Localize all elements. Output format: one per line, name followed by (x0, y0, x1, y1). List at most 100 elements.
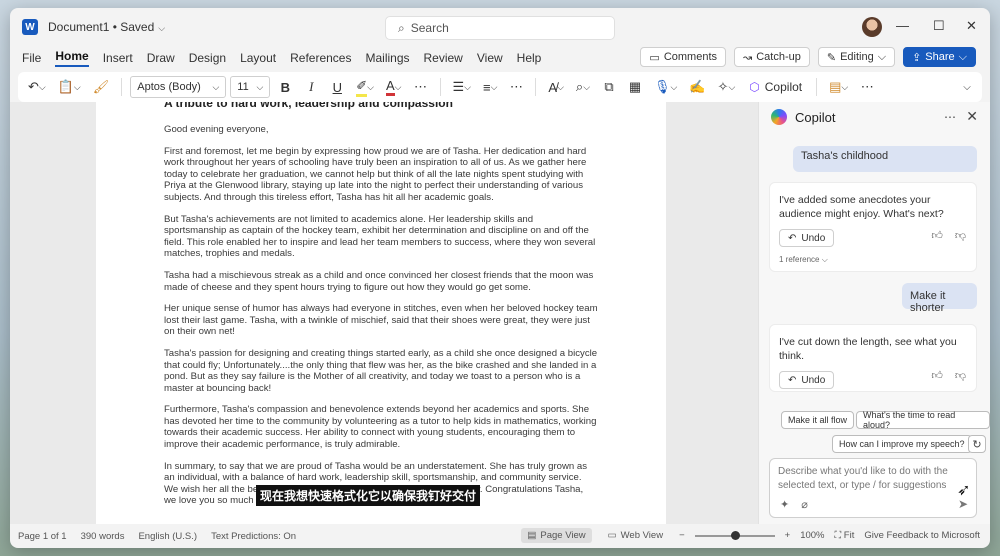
thumbs-down-icon[interactable]: 👎︎ (955, 369, 966, 382)
chevron-down-icon: ⌵ (367, 81, 374, 92)
align-button[interactable]: ≡ ⌵ (479, 76, 501, 98)
more-paragraph-options-button[interactable]: ⋯ (505, 76, 527, 98)
ribbon-divider (535, 78, 537, 96)
catchup-icon: ↝ (743, 51, 753, 64)
copilot-prompt-input[interactable]: Describe what you'd like to do with the … (769, 458, 977, 518)
menu-home[interactable]: Home (55, 49, 89, 67)
zoom-out-button[interactable]: − (679, 530, 685, 541)
reference-toggle[interactable]: 1 reference ⌵ (779, 255, 967, 265)
menu-design[interactable]: Design (189, 51, 226, 65)
font-name-select[interactable]: Aptos (Body) ⌵ (130, 76, 227, 98)
zoom-in-button[interactable]: + (785, 530, 791, 541)
fit-button[interactable]: ⛶ Fit (835, 530, 855, 541)
search-box[interactable]: ⌕ Search (385, 16, 615, 40)
copilot-pane: Copilot ⋯ ✕ Tasha's childhood I've added… (758, 102, 990, 524)
document-page[interactable]: A tribute to hard work, leadership and c… (96, 102, 666, 524)
thumbs-up-icon[interactable]: 👍︎ (931, 229, 943, 242)
highlighter-icon: ✐ (356, 78, 368, 97)
editor-button[interactable]: ✍ (685, 76, 709, 98)
language[interactable]: English (U.S.) (138, 531, 197, 542)
document-name[interactable]: Document1 • Saved ⌵ (48, 20, 165, 34)
ribbon-toolbar: ↶ ⌵ 📋 ⌵ 🖌 Aptos (Body) ⌵ 11 ⌵ B I U ✐ ⌵ A ⌵ ⋯ … (18, 72, 982, 102)
maximize-button[interactable]: ☐ (933, 18, 945, 34)
styles-button[interactable]: A̸ ⌵ (544, 76, 568, 98)
designer-button[interactable]: ▦ (624, 76, 646, 98)
editing-button[interactable]: ✎ Editing ⌵ (817, 47, 896, 67)
thumbs-down-icon[interactable]: 👎︎ (955, 229, 966, 242)
catchup-button[interactable]: ↝ Catch-up (734, 47, 810, 67)
text-predictions[interactable]: Text Predictions: On (211, 531, 296, 542)
more-options-button[interactable]: ⋯ (944, 110, 956, 124)
find-button[interactable]: ⌕ ⌵ (572, 76, 594, 98)
zoom-level[interactable]: 100% (800, 530, 824, 541)
menu-file[interactable]: File (22, 51, 41, 65)
font-color-button[interactable]: A ⌵ (382, 76, 406, 98)
menu-mailings[interactable]: Mailings (365, 51, 409, 65)
designer-icon: ▦ (628, 79, 642, 94)
comments-button[interactable]: ▭ Comments (640, 47, 727, 67)
copilot-header: Copilot ⋯ ✕ (759, 102, 990, 132)
font-size-select[interactable]: 11 ⌵ (230, 76, 271, 98)
menu-insert[interactable]: Insert (103, 51, 133, 65)
word-count[interactable]: 390 words (81, 531, 125, 542)
dictate-button[interactable]: 🎙 ⌵ (650, 76, 681, 98)
document-area: A tribute to hard work, leadership and c… (10, 102, 758, 524)
menu-help[interactable]: Help (517, 51, 542, 65)
pencil-icon: ✎ (826, 51, 837, 64)
menu-layout[interactable]: Layout (240, 51, 276, 65)
zoom-slider[interactable] (694, 530, 775, 540)
highlight-button[interactable]: ✐ ⌵ (352, 76, 378, 98)
fit-label: Fit (843, 530, 855, 541)
menu-view[interactable]: View (477, 51, 503, 65)
more-font-options-button[interactable]: ⋯ (410, 76, 432, 98)
page-view-button[interactable]: ▤ Page View (521, 528, 592, 543)
suggestion-chip[interactable]: What's the time to read aloud? (856, 410, 990, 430)
zoom-slider-knob[interactable] (730, 530, 740, 540)
chevron-down-icon: ⌵ (557, 81, 564, 92)
menu-review[interactable]: Review (424, 51, 463, 65)
format-painter-button[interactable]: 🖌 (89, 76, 114, 98)
addins-button[interactable]: ✧ ⌵ (714, 76, 740, 98)
copilot-ribbon-button[interactable]: ⬡ Copilot (743, 80, 808, 94)
undo-button[interactable]: ↶ ⌵ (24, 76, 50, 98)
catchup-label: Catch-up (756, 51, 801, 63)
share-button[interactable]: ⇪ Share ⌵ (903, 47, 976, 67)
web-view-button[interactable]: ▭ Web View (602, 528, 669, 543)
table-button[interactable]: ▤ ⌵ (825, 76, 852, 98)
undo-button[interactable]: ↶ Undo (779, 229, 835, 247)
suggestion-chip[interactable]: How can I improve my speech? (832, 435, 972, 453)
close-pane-button[interactable]: ✕ (966, 108, 978, 125)
thumbs-up-icon[interactable]: 👍︎ (931, 369, 943, 382)
underline-button[interactable]: U (326, 76, 348, 98)
close-button[interactable]: ✕ (966, 18, 977, 34)
sparkle-icon[interactable]: ✦ (780, 498, 789, 511)
editor-icon: ✍ (689, 79, 706, 94)
chevron-down-icon: ⌵ (670, 81, 678, 92)
more-ribbon-button[interactable]: ⋯ (856, 76, 878, 98)
page-count[interactable]: Page 1 of 1 (18, 531, 67, 542)
minimize-button[interactable]: — (896, 18, 909, 33)
feedback-link[interactable]: Give Feedback to Microsoft (864, 530, 980, 541)
ribbon-divider (121, 78, 123, 96)
reuse-files-button[interactable]: ⧉ (598, 76, 620, 98)
bullets-button[interactable]: ☰ ⌵ (449, 76, 475, 98)
reuse-icon: ⧉ (604, 79, 614, 94)
menu-bar: File Home Insert Draw Design Layout Refe… (10, 46, 990, 70)
bold-button[interactable]: B (274, 76, 296, 98)
italic-button[interactable]: I (300, 76, 322, 98)
undo-button[interactable]: ↶ Undo (779, 371, 835, 389)
wand-icon: ✧ (717, 79, 729, 94)
prompt-placeholder: Describe what you'd like to do with the … (778, 466, 948, 491)
menu-references[interactable]: References (290, 51, 351, 65)
brush-icon: 🖌 (92, 79, 110, 94)
status-right: ▤ Page View ▭ Web View − + 100% ⛶ Fit Give… (521, 528, 980, 543)
paste-button[interactable]: 📋 ⌵ (54, 76, 85, 98)
suggestion-chip[interactable]: Make it all flow (781, 411, 855, 429)
more-icon: ⋯ (860, 79, 874, 94)
paragraph: First and foremost, let me begin by expr… (164, 145, 587, 203)
avatar[interactable] (862, 17, 882, 37)
refresh-suggestions-button[interactable]: ↻ (968, 435, 986, 453)
menu-draw[interactable]: Draw (147, 51, 175, 65)
ribbon-expand-button[interactable]: ⌵ (956, 76, 978, 98)
attach-icon[interactable]: ⌀ (801, 498, 808, 511)
